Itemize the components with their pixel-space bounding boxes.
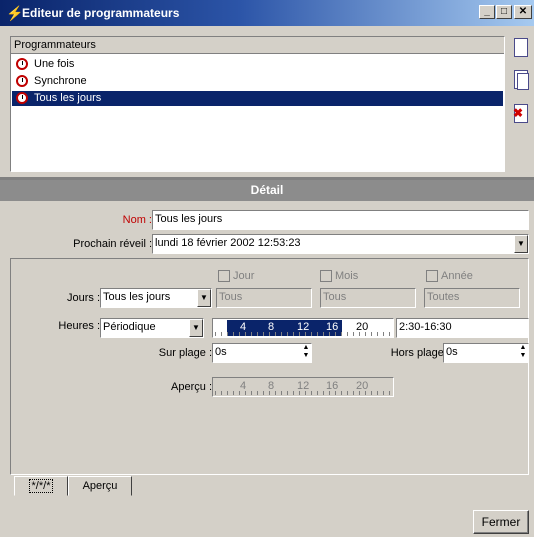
apercu-timeline: 4 8 12 16 20 (212, 377, 394, 397)
timeline-ticks (215, 332, 391, 336)
jour-field: Tous (216, 288, 312, 308)
spin-arrows-icon[interactable]: ▲ ▼ (301, 344, 311, 362)
heures-label: Heures : (58, 320, 100, 332)
annee-checkbox[interactable] (426, 270, 438, 282)
mois-checkbox-label: Mois (335, 270, 359, 282)
hours-timeline[interactable]: 4 8 12 16 20 (212, 318, 394, 338)
tab-apercu[interactable]: Aperçu (68, 476, 132, 496)
nom-field[interactable]: Tous les jours (152, 210, 529, 230)
hors-plage-label: Hors plage : (390, 347, 450, 359)
window-title: Editeur de programmateurs (22, 6, 180, 20)
clock-icon (16, 58, 28, 70)
tab-schedule[interactable]: */*/* (14, 476, 68, 496)
jour-checkbox[interactable] (218, 270, 230, 282)
apercu-label: Aperçu : (171, 381, 212, 393)
prochain-reveil-field[interactable]: lundi 18 février 2002 12:53:23 ▼ (152, 234, 529, 254)
list-item-label: Synchrone (34, 75, 87, 87)
new-document-button[interactable] (511, 36, 531, 60)
sur-plage-input[interactable]: 0s ▲ ▼ (212, 343, 312, 363)
chevron-down-icon[interactable]: ▼ (197, 289, 211, 307)
annee-field: Toutes (424, 288, 520, 308)
title-bar: ⚡ Editeur de programmateurs _ □ ✕ (0, 0, 534, 26)
mois-checkbox[interactable] (320, 270, 332, 282)
duplicate-button[interactable] (511, 68, 531, 92)
clock-icon (16, 92, 28, 104)
list-item-label: Tous les jours (34, 92, 102, 104)
annee-checkbox-label: Année (441, 270, 473, 282)
list-header[interactable]: Programmateurs (11, 37, 504, 54)
scheduler-icon: ⚡ (6, 5, 24, 21)
chevron-down-icon[interactable]: ▼ (514, 235, 528, 253)
prochain-reveil-label: Prochain réveil : (73, 238, 152, 250)
jours-label: Jours : (66, 292, 100, 304)
minimize-button[interactable]: _ (479, 5, 495, 19)
maximize-button[interactable]: □ (496, 5, 512, 19)
close-button[interactable]: ✕ (514, 5, 532, 19)
detail-header: Détail (0, 180, 534, 201)
jours-select[interactable]: Tous les jours ▼ (100, 288, 212, 308)
hors-plage-input[interactable]: 0s ▲ ▼ (443, 343, 529, 363)
spin-arrows-icon[interactable]: ▲ ▼ (518, 344, 528, 362)
jour-checkbox-label: Jour (233, 270, 255, 282)
nom-label: Nom : (122, 214, 152, 226)
fermer-button[interactable]: Fermer (473, 510, 529, 534)
list-item-label: Une fois (34, 58, 75, 70)
scheduler-list[interactable]: Programmateurs Une fois Synchrone Tous l… (10, 36, 505, 172)
list-item[interactable]: Synchrone (12, 74, 503, 89)
heures-select[interactable]: Périodique ▼ (100, 318, 204, 338)
sur-plage-label: Sur plage : (158, 347, 212, 359)
list-item-selected[interactable]: Tous les jours (12, 91, 503, 106)
chevron-down-icon[interactable]: ▼ (189, 319, 203, 337)
clock-icon (16, 75, 28, 87)
delete-button[interactable]: ✖ (511, 102, 531, 126)
mois-field: Tous (320, 288, 416, 308)
time-range-field[interactable]: 2:30-16:30 (396, 318, 529, 338)
timeline-ticks (215, 391, 391, 395)
list-item[interactable]: Une fois (12, 57, 503, 72)
new-document-icon (514, 38, 528, 57)
